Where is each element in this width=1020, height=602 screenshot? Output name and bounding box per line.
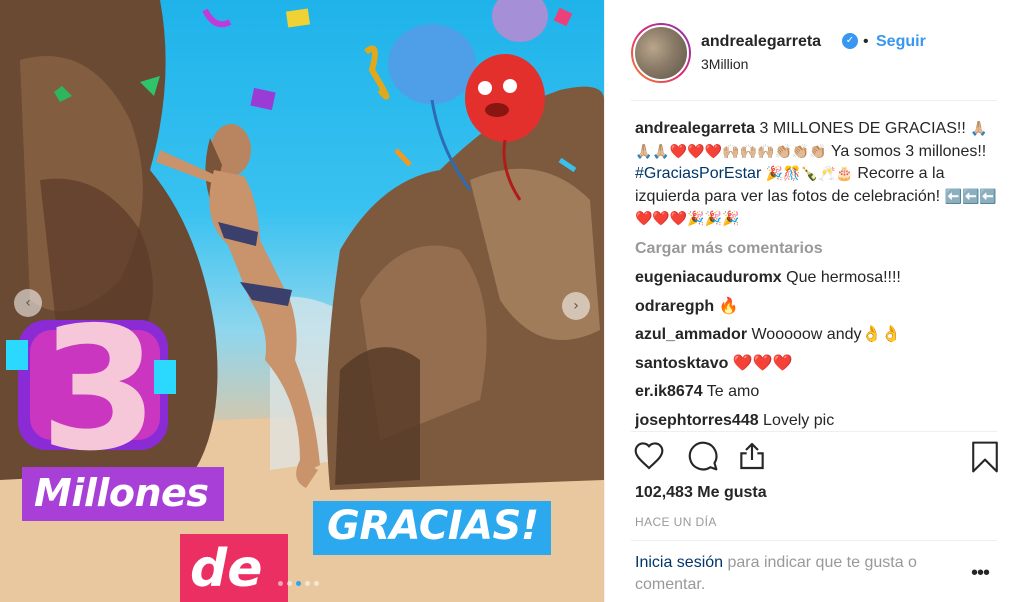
share-button[interactable] (736, 440, 770, 476)
post-timestamp[interactable]: HACE UN DÍA (635, 515, 717, 529)
post-location[interactable]: 3Million (701, 56, 748, 72)
heart-icon (634, 442, 664, 470)
carousel-dot (305, 581, 310, 586)
post-caption: andrealegarreta 3 MILLONES DE GRACIAS!! … (635, 118, 1005, 231)
caption-hashtag-link[interactable]: #GraciasPorEstar (635, 165, 761, 182)
bookmark-icon (972, 441, 998, 473)
comment-username[interactable]: eugeniacauduromx (635, 269, 782, 286)
follow-button[interactable]: Seguir (876, 33, 926, 51)
login-prompt: Inicia sesión para indicar que te gusta … (635, 552, 965, 596)
comment-username[interactable]: santosktavo (635, 355, 728, 372)
comments-section[interactable]: andrealegarreta 3 MILLONES DE GRACIAS!! … (635, 118, 1005, 430)
avatar[interactable] (631, 23, 691, 83)
carousel-dot (278, 581, 283, 586)
comment-text: 🔥 (714, 297, 739, 315)
load-more-comments-button[interactable]: Cargar más comentarios (635, 238, 1005, 260)
carousel-dot (314, 581, 319, 586)
caption-emoji: 🎉🎊🍾🥂🎂 (761, 166, 853, 182)
action-bar (631, 440, 1001, 480)
carousel-indicator (278, 581, 319, 586)
share-icon (740, 442, 764, 470)
comment-text: Que hermosa!!!! (781, 269, 901, 286)
divider (631, 431, 997, 432)
comment-text: Wooooow andy👌👌 (747, 326, 902, 343)
caption-username[interactable]: andrealegarreta (635, 120, 755, 137)
comment-icon (688, 441, 718, 471)
more-options-button[interactable]: ••• (971, 562, 990, 585)
carousel-dot (296, 581, 301, 586)
author-username[interactable]: andrealegarreta (701, 33, 821, 51)
carousel-dot (287, 581, 292, 586)
caption-text: Ya somos 3 millones!! (826, 142, 987, 160)
comment-item: odraregph 🔥 (635, 296, 1005, 318)
sticker-number: 3 (40, 300, 158, 470)
comment-item: azul_ammador Wooooow andy👌👌 (635, 324, 1005, 346)
de-sticker: de (180, 534, 288, 602)
separator-dot: • (863, 33, 869, 50)
divider (631, 100, 997, 101)
verified-badge-icon: ✓ (842, 33, 858, 49)
login-link[interactable]: Inicia sesión (635, 554, 723, 571)
comment-text: Te amo (702, 383, 760, 400)
comment-text: ❤️❤️❤️ (728, 354, 793, 372)
post-header: andrealegarreta ✓ • Seguir 3Million (605, 0, 1020, 100)
comment-item: er.ik8674 Te amo (635, 381, 1005, 403)
comment-username[interactable]: er.ik8674 (635, 383, 703, 400)
comment-text: Lovely pic (758, 411, 835, 429)
comment-username[interactable]: odraregph (635, 298, 714, 315)
next-slide-button[interactable]: › (562, 292, 590, 320)
comment-item: santosktavo ❤️❤️❤️ (635, 353, 1005, 375)
like-button[interactable] (633, 440, 667, 476)
likes-count[interactable]: 102,483 Me gusta (635, 484, 767, 502)
save-button[interactable] (969, 440, 1003, 476)
post-details-panel: andrealegarreta ✓ • Seguir 3Million andr… (604, 0, 1020, 602)
millones-sticker: Millones (22, 467, 225, 521)
comment-username[interactable]: azul_ammador (635, 326, 747, 343)
comment-item: josephtorres448 Lovely pic (635, 410, 1005, 431)
chevron-right-icon: › (573, 298, 579, 314)
caption-text: 3 MILLONES DE GRACIAS!! (755, 120, 971, 137)
comment-username[interactable]: josephtorres448 (635, 412, 759, 429)
gracias-sticker: GRACIAS! (313, 501, 551, 555)
divider (631, 540, 997, 541)
comment-item: eugeniacauduromx Que hermosa!!!! (635, 267, 1005, 289)
post-media[interactable]: ‹ › 3 Millones de GRACIAS! (0, 0, 604, 602)
number-three-sticker: 3 (6, 300, 176, 470)
comment-button[interactable] (687, 440, 721, 476)
